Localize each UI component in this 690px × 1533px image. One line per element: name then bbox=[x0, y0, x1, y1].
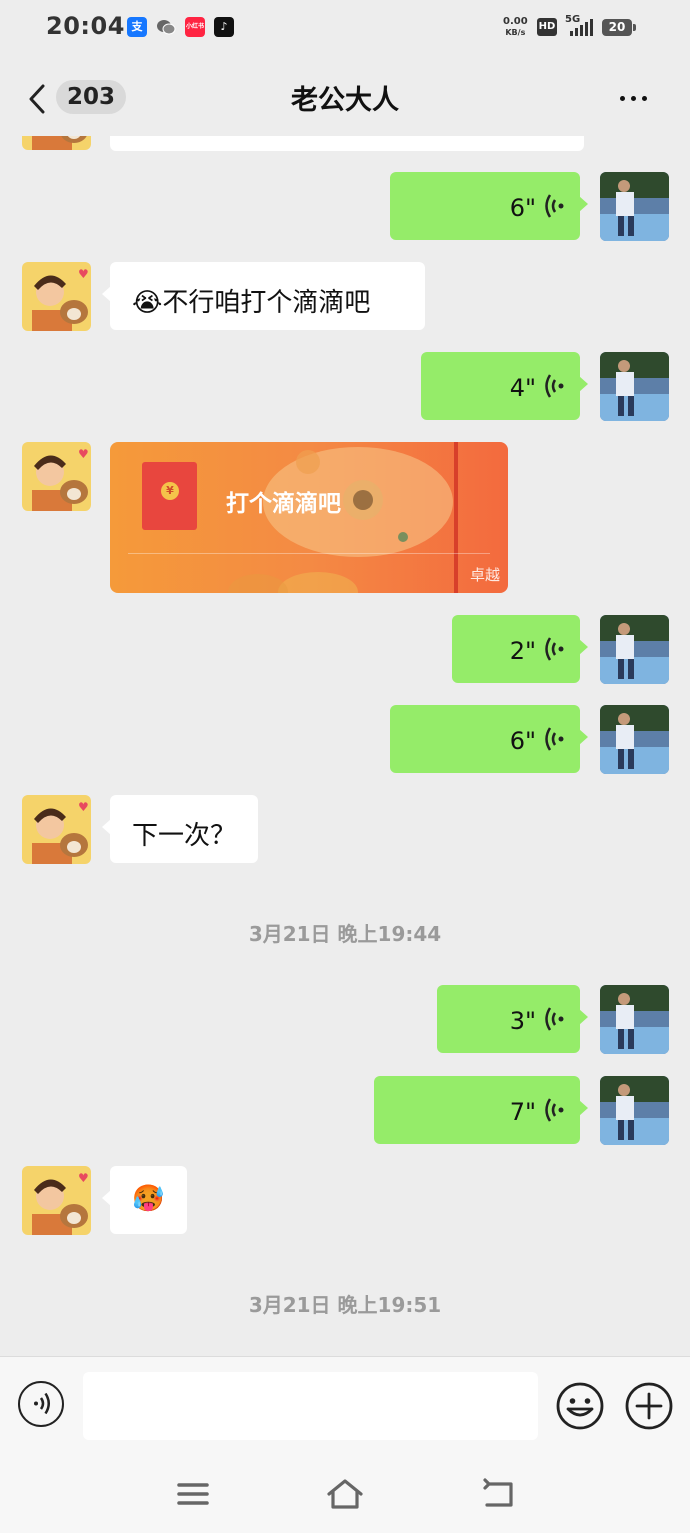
voice-wave-icon bbox=[545, 1007, 564, 1031]
message-bubble[interactable] bbox=[110, 136, 584, 151]
my-avatar[interactable] bbox=[600, 615, 669, 684]
contact-avatar[interactable]: ♥ bbox=[22, 262, 91, 331]
nav-back-button[interactable] bbox=[479, 1476, 519, 1512]
menu-icon bbox=[177, 1483, 209, 1505]
my-avatar[interactable] bbox=[600, 985, 669, 1054]
status-bar: 20:04 支 小红书 ♪ 0.00 KB/s HD 5G 20 bbox=[0, 0, 690, 56]
contact-avatar[interactable] bbox=[22, 136, 91, 150]
message-input[interactable] bbox=[83, 1372, 538, 1440]
system-nav-bar bbox=[0, 1456, 690, 1533]
my-avatar[interactable] bbox=[600, 705, 669, 774]
voice-duration: 4" bbox=[509, 374, 536, 402]
emoji-message[interactable]: 🥵 bbox=[102, 1166, 187, 1234]
net-speed-value: 0.00 bbox=[503, 16, 528, 27]
status-time: 20:04 bbox=[46, 12, 125, 40]
dot-icon bbox=[620, 96, 625, 101]
voice-wave-icon bbox=[545, 727, 564, 751]
timestamp: 3月21日 晚上19:44 bbox=[248, 922, 442, 946]
more-options-button[interactable] bbox=[620, 86, 660, 106]
svg-text:♥: ♥ bbox=[78, 1171, 89, 1185]
voice-wave-icon bbox=[545, 1098, 564, 1122]
plus-icon bbox=[625, 1382, 673, 1430]
red-envelope-icon: ¥ bbox=[142, 462, 197, 530]
chat-title: 老公大人 bbox=[291, 85, 399, 116]
svg-text:♥: ♥ bbox=[78, 800, 89, 814]
voice-duration: 3" bbox=[509, 1007, 536, 1035]
alipay-icon: 支 bbox=[127, 17, 147, 37]
voice-input-toggle[interactable] bbox=[18, 1381, 64, 1427]
voice-message[interactable]: 7" bbox=[374, 1076, 588, 1144]
voice-duration: 6" bbox=[509, 194, 536, 222]
message-text: 下一次？ bbox=[132, 821, 237, 851]
coin-icon: ¥ bbox=[161, 482, 179, 500]
tiktok-icon: ♪ bbox=[214, 17, 234, 37]
contact-avatar[interactable]: ♥ bbox=[22, 442, 91, 511]
battery-icon: 20 bbox=[602, 19, 636, 36]
chat-area[interactable]: 6" ♥ 😭不行咱打个滴滴吧 4" ♥ ¥ 打个滴滴吧 卓越 2" 6" ♥ 下… bbox=[0, 136, 690, 1356]
hd-badge: HD bbox=[537, 18, 557, 36]
timestamp: 3月21日 晚上19:51 bbox=[248, 1293, 442, 1317]
text-message[interactable]: 下一次？ bbox=[102, 795, 258, 863]
chat-header: 203 老公大人 bbox=[0, 56, 690, 136]
divider bbox=[128, 553, 490, 554]
signal-icon: 5G bbox=[564, 14, 598, 39]
net-speed: 0.00 KB/s bbox=[503, 16, 528, 38]
nav-menu-button[interactable] bbox=[173, 1476, 213, 1512]
voice-wave-icon bbox=[545, 194, 564, 218]
dot-icon bbox=[631, 96, 636, 101]
voice-message[interactable]: 6" bbox=[390, 172, 588, 240]
voice-message[interactable]: 3" bbox=[437, 985, 588, 1053]
red-packet-message[interactable]: ¥ 打个滴滴吧 卓越 bbox=[110, 442, 508, 593]
my-avatar[interactable] bbox=[600, 352, 669, 421]
contact-avatar[interactable]: ♥ bbox=[22, 795, 91, 864]
voice-message[interactable]: 2" bbox=[452, 615, 588, 683]
svg-text:♥: ♥ bbox=[78, 447, 89, 461]
dot-icon bbox=[642, 96, 647, 101]
voice-wave-icon bbox=[545, 637, 564, 661]
voice-duration: 7" bbox=[509, 1098, 536, 1126]
my-avatar[interactable] bbox=[600, 172, 669, 241]
svg-text:♥: ♥ bbox=[78, 267, 89, 281]
contact-avatar[interactable]: ♥ bbox=[22, 1166, 91, 1235]
voice-duration: 6" bbox=[509, 727, 536, 755]
red-packet-brand: 卓越 bbox=[469, 566, 500, 584]
net-speed-unit: KB/s bbox=[505, 28, 526, 37]
emoji-sticker: 🥵 bbox=[132, 1184, 165, 1214]
text-message[interactable]: 😭不行咱打个滴滴吧 bbox=[102, 262, 425, 330]
red-packet-text: 打个滴滴吧 bbox=[226, 491, 341, 517]
message-text: 😭不行咱打个滴滴吧 bbox=[132, 288, 371, 318]
emoji-button[interactable] bbox=[555, 1381, 605, 1431]
my-avatar[interactable] bbox=[600, 1076, 669, 1145]
voice-message[interactable]: 6" bbox=[390, 705, 588, 773]
smiley-icon bbox=[556, 1382, 604, 1430]
wechat-icon bbox=[156, 17, 176, 37]
input-bar bbox=[0, 1356, 690, 1457]
xiaohongshu-icon: 小红书 bbox=[185, 17, 205, 37]
nav-home-button[interactable] bbox=[325, 1476, 365, 1512]
back-arrow-icon bbox=[483, 1478, 513, 1507]
voice-wave-icon bbox=[545, 374, 564, 398]
voice-duration: 2" bbox=[509, 637, 536, 665]
voice-wave-icon bbox=[34, 1392, 50, 1415]
voice-message[interactable]: 4" bbox=[421, 352, 588, 420]
home-icon bbox=[327, 1479, 363, 1509]
more-functions-button[interactable] bbox=[624, 1381, 674, 1431]
